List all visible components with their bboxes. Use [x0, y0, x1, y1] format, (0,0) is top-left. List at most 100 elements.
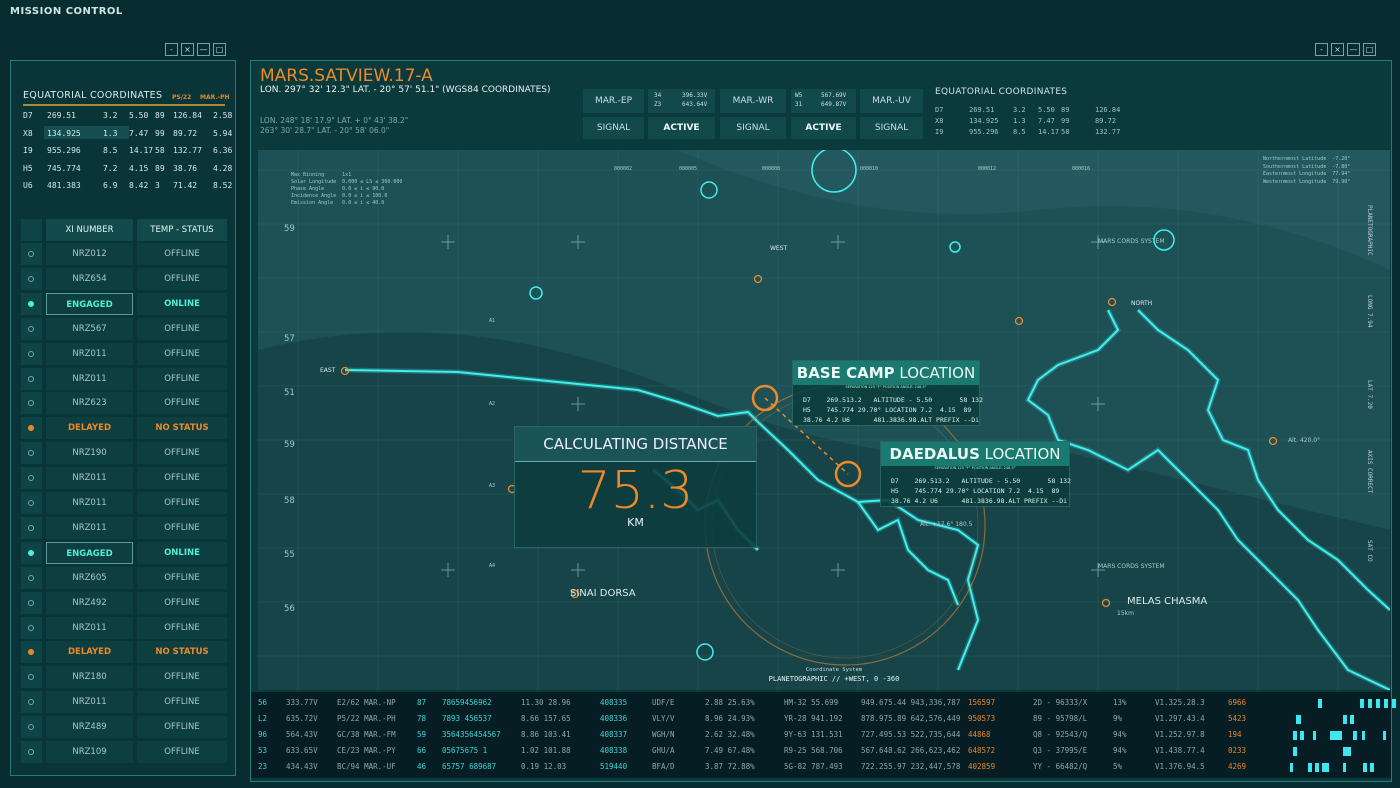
mar-uv-button[interactable]: MAR.-UV — [860, 89, 923, 113]
table-cell: 8.96 24.93% — [705, 714, 755, 723]
status-indicator — [21, 267, 42, 290]
xi-number: NRZ012 — [46, 243, 133, 265]
status-indicator — [21, 442, 42, 465]
signal-button[interactable]: SIGNAL — [583, 117, 644, 139]
left-window-controls: - × — □ — [165, 43, 226, 56]
table-cell: 408335 — [600, 698, 628, 707]
tertiary-coordinates: 263° 30' 28.7" LAT. - 20° 58' 06.0" — [260, 126, 390, 135]
table-cell: VLY/V — [652, 714, 675, 723]
status-dot-icon — [28, 275, 34, 282]
mar-ep-button[interactable]: MAR.-EP — [583, 89, 644, 113]
table-cell: 7.49 67.48% — [705, 746, 755, 755]
active-button[interactable]: ACTIVE — [791, 117, 856, 139]
list-item[interactable]: NRZ012 OFFLINE — [21, 243, 227, 265]
minimize-button[interactable]: - — [1315, 43, 1328, 56]
xi-number: NRZ180 — [46, 666, 133, 689]
list-item[interactable]: ENGAGED ONLINE — [21, 292, 227, 315]
list-item[interactable]: DELAYED NO STATUS — [21, 641, 227, 664]
xi-number-header[interactable]: XI NUMBER — [46, 219, 133, 241]
table-cell: WGH/N — [652, 730, 675, 739]
table-cell: E2/62 MAR.-NP — [337, 698, 396, 707]
list-item[interactable]: NRZ011 OFFLINE — [21, 492, 227, 514]
place-label-cords2: MARS CORDS SYSTEM — [1098, 563, 1165, 570]
mar-wr-button[interactable]: MAR.-WR — [720, 89, 786, 113]
maximize-button[interactable]: □ — [1363, 43, 1376, 56]
status-dot-icon — [28, 749, 34, 755]
list-item[interactable]: NRZ623 OFFLINE — [21, 392, 227, 415]
temp-status: OFFLINE — [137, 467, 227, 490]
list-item[interactable]: NRZ011 OFFLINE — [21, 616, 227, 639]
extent-line: Southernmost Latitude -7.80° — [1263, 163, 1351, 170]
list-item[interactable]: ENGAGED ONLINE — [21, 541, 227, 564]
imaging-parameters: Max Binning 1x1 Solar Longitude 0.000 ≤ L… — [291, 172, 402, 207]
list-item[interactable]: NRZ011 OFFLINE — [21, 691, 227, 714]
xi-number: NRZ011 — [46, 691, 133, 714]
list-item[interactable]: NRZ011 OFFLINE — [21, 367, 227, 390]
status-dot-icon — [28, 674, 34, 681]
collapse-button[interactable]: — — [1347, 43, 1360, 56]
list-item[interactable]: NRZ109 OFFLINE — [21, 741, 227, 763]
activity-bar — [1362, 731, 1365, 740]
list-item[interactable]: NRZ489 OFFLINE — [21, 716, 227, 739]
xi-number: NRZ654 — [46, 267, 133, 290]
table-cell: 56 — [258, 698, 268, 707]
parameter-line: Emission Angle 0.0 ≤ i ≤ 40.0 — [291, 200, 385, 206]
temp-status: OFFLINE — [137, 591, 227, 614]
list-item[interactable]: NRZ011 OFFLINE — [21, 342, 227, 365]
eq-row: I9 955.296 8.5 14.17 58 132.77 6.36 — [23, 146, 233, 164]
eq-row: H5 745.774 7.2 4.15 89 38.76 4.28 — [23, 164, 233, 182]
temp-status: OFFLINE — [137, 566, 227, 589]
table-cell: 727.495.53 522,735,644 — [861, 730, 961, 739]
readout-w5-31: W5 567.69V 31 649.87V — [791, 89, 856, 113]
mars-map[interactable]: Max Binning 1x1 Solar Longitude 0.000 ≤ L… — [258, 150, 1390, 690]
eq-cell: 5.50 — [129, 111, 149, 120]
grid-label-top: 000012 — [978, 166, 997, 172]
base-camp-title-rest: LOCATION — [894, 364, 976, 382]
side-label: PLANETOGRAPHIC — [1366, 205, 1373, 256]
list-item[interactable]: NRZ492 OFFLINE — [21, 591, 227, 614]
daedalus-callout: DAEDALUS LOCATION SEPARATION 125 °F° POS… — [880, 441, 1071, 507]
eq-cell: 6.36 — [213, 146, 233, 155]
xi-number: ENGAGED — [46, 292, 133, 315]
close-button[interactable]: × — [181, 43, 194, 56]
table-cell: P5/22 MAR.-PH — [337, 714, 396, 723]
list-item[interactable]: DELAYED NO STATUS — [21, 417, 227, 440]
list-item[interactable]: NRZ605 OFFLINE — [21, 566, 227, 589]
signal-button[interactable]: SIGNAL — [860, 117, 923, 139]
maximize-button[interactable]: □ — [213, 43, 226, 56]
signal-button[interactable]: SIGNAL — [720, 117, 786, 139]
telemetry-table: 56 333.77V E2/62 MAR.-NP 87 78659456962 11.30… — [251, 692, 1396, 778]
eq-cell: H5 — [23, 163, 33, 173]
xi-number: NRZ489 — [46, 716, 133, 739]
place-label-melas_sub: 15km — [1117, 610, 1134, 617]
xi-number: DELAYED — [46, 641, 133, 664]
close-button[interactable]: × — [1331, 43, 1344, 56]
xi-number: NRZ011 — [46, 367, 133, 390]
temp-status: OFFLINE — [137, 267, 227, 290]
minimize-button[interactable]: - — [165, 43, 178, 56]
place-label-melas: MELAS CHASMA — [1127, 596, 1208, 607]
collapse-button[interactable]: — — [197, 43, 210, 56]
active-button[interactable]: ACTIVE — [648, 117, 715, 139]
status-dot-icon — [28, 500, 34, 506]
xi-number: NRZ492 — [46, 591, 133, 614]
table-cell: YY - 66482/Q — [1033, 762, 1088, 771]
map-extents: Northernmost Latitude -7.20° Southernmost… — [1263, 156, 1350, 186]
table-cell: V1.438.77.4 — [1155, 746, 1205, 755]
list-item[interactable]: NRZ011 OFFLINE — [21, 516, 227, 539]
list-item[interactable]: NRZ180 OFFLINE — [21, 666, 227, 689]
table-cell: GHU/A — [652, 746, 675, 755]
table-cell: 3.87 72.88% — [705, 762, 755, 771]
list-item[interactable]: NRZ567 OFFLINE — [21, 317, 227, 340]
status-dot-icon — [28, 574, 34, 581]
table-cell: GC/38 MAR.-FM — [337, 730, 396, 739]
eq-cell: D7 — [935, 106, 944, 114]
list-item[interactable]: NRZ011 OFFLINE — [21, 467, 227, 490]
table-cell: 9% — [1113, 714, 1123, 723]
temp-status-header[interactable]: TEMP - STATUS — [137, 219, 227, 241]
list-item[interactable]: NRZ190 OFFLINE — [21, 442, 227, 465]
distance-panel: CALCULATING DISTANCE 75.3 KM — [514, 426, 757, 548]
table-cell: 519440 — [600, 762, 628, 771]
table-cell: V1.297.43.4 — [1155, 714, 1205, 723]
list-item[interactable]: NRZ654 OFFLINE — [21, 267, 227, 290]
